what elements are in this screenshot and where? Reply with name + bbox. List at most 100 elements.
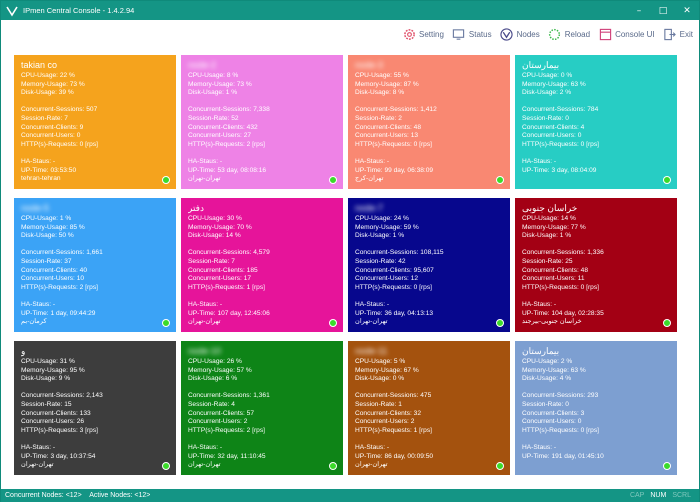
metric-value: 107 day, 12:45:06 — [217, 309, 270, 317]
metric-value: 108,115 — [420, 249, 444, 257]
metric-value: 1 % — [559, 232, 572, 240]
metric-mem: Memory-Usage: 85 % — [21, 224, 169, 233]
node-location: tehran-tehran — [21, 175, 61, 183]
metric-uptime: UP-Time: 03:53:50 — [21, 167, 169, 176]
metric-disk: Disk-Usage: 9 % — [21, 375, 169, 384]
reload-button[interactable]: Reload — [548, 27, 590, 41]
metric-label: HTTP(s)-Requests: — [188, 426, 245, 434]
metric-label: CPU-Usage: — [188, 215, 226, 222]
node-card[interactable]: node-3 CPU-Usage: 55 % Memory-Usage: 87 % D… — [348, 55, 510, 189]
metric-label: Concurrent-Clients: — [522, 123, 579, 131]
title-bar[interactable]: IPmen Central Console - 1.4.2.94 – □ ✕ — [1, 1, 699, 20]
metric-label: Concurrent-Clients: — [21, 409, 78, 417]
node-card[interactable]: node-2 CPU-Usage: 8 % Memory-Usage: 73 % Di… — [181, 55, 343, 189]
metric-value: 03:53:50 — [50, 166, 77, 174]
metric-label: HA-Staus: — [188, 300, 219, 308]
minimize-icon[interactable]: – — [627, 1, 651, 20]
metric-value: 87 % — [403, 80, 419, 88]
metric-value: 10 — [76, 275, 85, 283]
maximize-icon[interactable]: □ — [651, 1, 675, 20]
node-card[interactable]: بیمارستان CPU-Usage: 2 % Memory-Usage: 63 … — [515, 341, 677, 475]
metric-value: 57 % — [236, 366, 252, 374]
online-status-icon — [663, 319, 671, 327]
metric-label: Concurrent-Sessions: — [522, 106, 586, 114]
metric-http: HTTP(s)-Requests: 0 [rps] — [522, 427, 670, 436]
metric-disk: Disk-Usage: 8 % — [355, 89, 503, 98]
metric-label: HTTP(s)-Requests: — [522, 283, 579, 291]
node-card[interactable]: خراسان جنوبی CPU-Usage: 14 % Memory-Usage:… — [515, 198, 677, 332]
nodes-button[interactable]: Nodes — [500, 27, 540, 41]
close-icon[interactable]: ✕ — [675, 1, 699, 20]
metric-value: 48 — [413, 123, 421, 131]
metric-uptime: UP-Time: 53 day, 08:08:16 — [188, 167, 336, 176]
node-card[interactable]: node-10 CPU-Usage: 26 % Memory-Usage: 57 %… — [181, 341, 343, 475]
reload-label: Reload — [564, 29, 591, 39]
setting-button[interactable]: Setting — [402, 27, 444, 41]
node-card[interactable]: node-11 CPU-Usage: 5 % Memory-Usage: 67 % D… — [348, 341, 510, 475]
metric-users: Concurrent-Users: 0 — [522, 418, 670, 427]
metric-http: HTTP(s)-Requests: 0 [rps] — [522, 141, 670, 150]
metric-label: Disk-Usage: — [21, 232, 57, 240]
metric-clients: Concurrent-Clients: 57 — [188, 410, 336, 419]
metric-value: 55 % — [393, 72, 409, 79]
exit-button[interactable]: Exit — [663, 27, 693, 41]
metric-value: 6 % — [225, 375, 238, 383]
metric-value: 2 [rps] — [246, 426, 265, 434]
metric-mem: Memory-Usage: 77 % — [522, 224, 670, 233]
metric-mem: Memory-Usage: 59 % — [355, 224, 503, 233]
metric-value: 25 — [565, 257, 573, 265]
node-card[interactable]: و CPU-Usage: 31 % Memory-Usage: 95 % Disk-U… — [14, 341, 176, 475]
node-location: تهران-تهران — [188, 318, 221, 326]
metric-ha: HA-Staus: - — [188, 301, 336, 310]
metric-label: Session-Rate: — [355, 114, 397, 122]
metric-uptime: UP-Time: 99 day, 06:38:09 — [355, 167, 503, 176]
online-status-icon — [663, 176, 671, 184]
window-controls: – □ ✕ — [627, 1, 699, 20]
node-card[interactable]: دفتر CPU-Usage: 30 % Memory-Usage: 70 % Dis… — [181, 198, 343, 332]
metric-value: 17 — [243, 275, 252, 283]
node-card[interactable]: node-7 CPU-Usage: 24 % Memory-Usage: 59 % D… — [348, 198, 510, 332]
metric-label: HA-Staus: — [21, 157, 52, 165]
metric-uptime: UP-Time: 104 day, 02:28:35 — [522, 310, 670, 319]
metric-sessions: Concurrent-Sessions: 1,361 — [188, 392, 336, 401]
metric-value: 8 % — [226, 72, 239, 79]
metric-value: 36 day, 04:13:13 — [384, 309, 434, 317]
status-button[interactable]: Status — [452, 27, 492, 41]
metric-label: HTTP(s)-Requests: — [188, 283, 245, 291]
metric-mem: Memory-Usage: 63 % — [522, 367, 670, 376]
metric-value: - — [52, 157, 56, 165]
metric-label: Memory-Usage: — [21, 366, 68, 374]
metric-value: 24 % — [393, 215, 409, 222]
node-name: node-5 — [21, 203, 50, 213]
node-card[interactable]: takian co CPU-Usage: 22 % Memory-Usage: 73… — [14, 55, 176, 189]
metric-value: 14 % — [560, 215, 576, 222]
metric-label: CPU-Usage: — [355, 358, 393, 365]
node-card[interactable]: node-5 CPU-Usage: 1 % Memory-Usage: 85 % Di… — [14, 198, 176, 332]
node-card[interactable]: بیمارستان CPU-Usage: 0 % Memory-Usage: 63 … — [515, 55, 677, 189]
metric-rate: Session-Rate: 4 — [188, 401, 336, 410]
metric-label: CPU-Usage: — [522, 72, 560, 79]
metric-sessions: Concurrent-Sessions: 1,336 — [522, 249, 670, 258]
metric-label: Disk-Usage: — [522, 232, 558, 240]
metric-value: 2 — [243, 418, 248, 426]
metric-mem: Memory-Usage: 73 % — [21, 81, 169, 90]
metric-label: Concurrent-Sessions: — [21, 249, 85, 257]
metric-http: HTTP(s)-Requests: 0 [rps] — [21, 141, 169, 150]
metric-http: HTTP(s)-Requests: 3 [rps] — [21, 427, 169, 436]
console-ui-button[interactable]: Console UI — [598, 27, 655, 41]
metric-disk: Disk-Usage: 1 % — [522, 232, 670, 241]
node-name: node-11 — [355, 346, 388, 356]
metric-value: - — [219, 443, 223, 451]
metric-rate: Session-Rate: 25 — [522, 258, 670, 267]
metric-label: UP-Time: — [355, 452, 383, 460]
metric-value: 86 day, 00:09:50 — [384, 452, 434, 460]
metric-clients: Concurrent-Clients: 95,607 — [355, 267, 503, 276]
metric-value: 185 — [246, 266, 258, 274]
metric-ha: HA-Staus: - — [188, 158, 336, 167]
metric-rate: Session-Rate: 0 — [522, 401, 670, 410]
